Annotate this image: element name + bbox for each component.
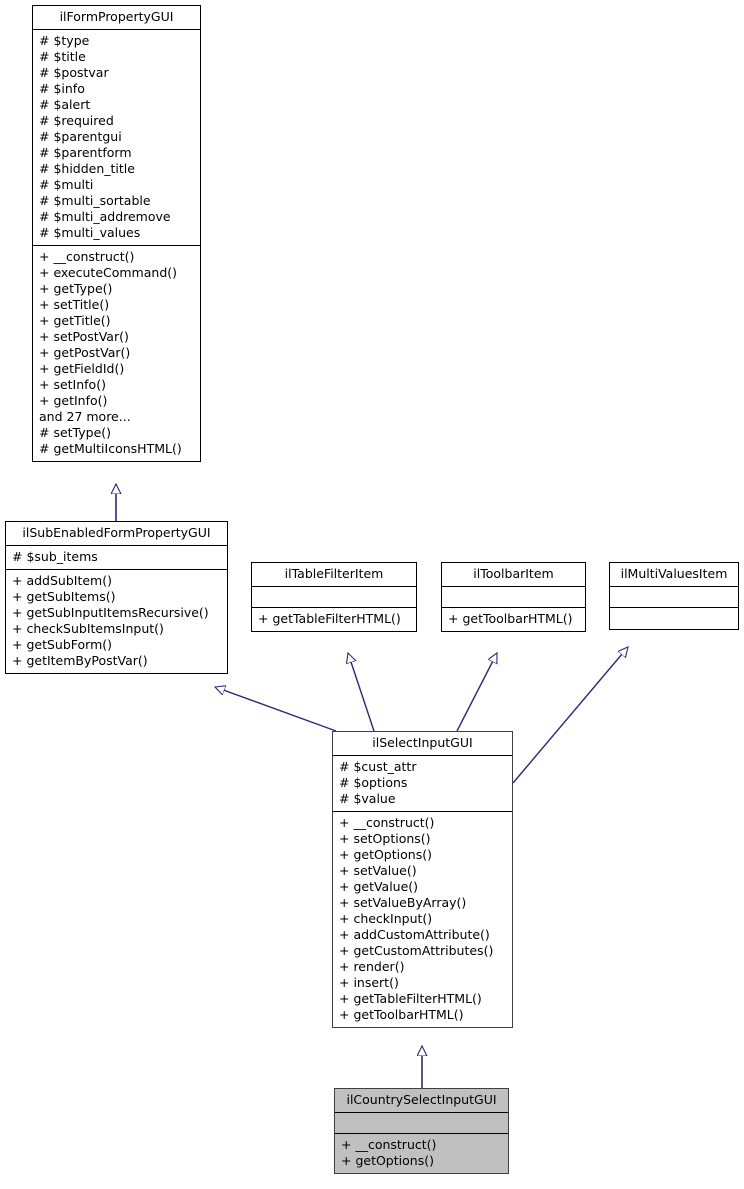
attribute-item: # $parentform <box>39 145 132 160</box>
attribute-item: # $alert <box>39 97 91 112</box>
method-item: + getPostVar() <box>39 345 131 360</box>
class-methods-compartment <box>610 608 738 629</box>
method-item: + getSubInputItemsRecursive() <box>12 605 209 620</box>
class-attributes-compartment: # $cust_attr # $options # $value <box>333 756 512 812</box>
attribute-item: # $multi_sortable <box>39 193 151 208</box>
method-item: + setOptions() <box>339 831 431 846</box>
class-attributes-compartment <box>335 1113 508 1134</box>
class-attributes-compartment: # $type # $title # $postvar # $info # $a… <box>33 30 200 246</box>
class-box-ilformpropertygui[interactable]: ilFormPropertyGUI # $type # $title # $po… <box>32 5 201 462</box>
attribute-item: # $options <box>339 775 408 790</box>
class-box-ilcountryselectinputgui[interactable]: ilCountrySelectInputGUI + __construct() … <box>334 1088 509 1174</box>
method-item: + getToolbarHTML() <box>339 1007 464 1022</box>
class-box-ilselectinputgui[interactable]: ilSelectInputGUI # $cust_attr # $options… <box>332 731 513 1028</box>
attribute-item: # $parentgui <box>39 129 122 144</box>
class-name-compartment: ilCountrySelectInputGUI <box>335 1089 508 1113</box>
attribute-item: # $multi_addremove <box>39 209 171 224</box>
method-item: + __construct() <box>341 1137 437 1152</box>
class-name-compartment: ilMultiValuesItem <box>610 563 738 587</box>
method-item: + getTableFilterHTML() <box>339 991 482 1006</box>
class-attributes-compartment: # $sub_items <box>6 546 227 570</box>
class-name-compartment: ilTableFilterItem <box>252 563 416 587</box>
class-box-iltablefilteritem[interactable]: ilTableFilterItem + getTableFilterHTML() <box>251 562 417 632</box>
class-attributes-compartment <box>442 587 585 608</box>
method-item: + getOptions() <box>341 1153 434 1168</box>
method-item: + addSubItem() <box>12 573 112 588</box>
method-item: + setValue() <box>339 863 417 878</box>
method-item: # setType() <box>39 425 112 440</box>
method-item: + getInfo() <box>39 393 108 408</box>
method-more-label: and 27 more... <box>39 409 131 424</box>
class-box-ilmultivaluesitem[interactable]: ilMultiValuesItem <box>609 562 739 630</box>
method-item: + getTitle() <box>39 313 111 328</box>
method-item: + getSubItems() <box>12 589 116 604</box>
method-item: + setPostVar() <box>39 329 129 344</box>
attribute-item: # $postvar <box>39 65 109 80</box>
method-item: + __construct() <box>339 815 435 830</box>
method-item: + setInfo() <box>39 377 106 392</box>
method-item: + getOptions() <box>339 847 432 862</box>
method-item: + getCustomAttributes() <box>339 943 494 958</box>
method-item: + render() <box>339 959 405 974</box>
uml-class-diagram: ilFormPropertyGUI # $type # $title # $po… <box>0 0 744 1189</box>
class-methods-compartment: + addSubItem() + getSubItems() + getSubI… <box>6 570 227 673</box>
method-item: + executeCommand() <box>39 265 178 280</box>
class-title: ilSubEnabledFormPropertyGUI <box>22 525 211 540</box>
method-item: + getTableFilterHTML() <box>258 611 401 626</box>
class-methods-compartment: + getTableFilterHTML() <box>252 608 416 631</box>
method-item: + insert() <box>339 975 399 990</box>
method-item: + getItemByPostVar() <box>12 653 148 668</box>
class-name-compartment: ilToolbarItem <box>442 563 585 587</box>
attribute-item: # $multi_values <box>39 225 141 240</box>
class-attributes-compartment <box>610 587 738 608</box>
method-item: + checkInput() <box>339 911 433 926</box>
method-item: + setValueByArray() <box>339 895 467 910</box>
class-methods-compartment: + __construct() + getOptions() <box>335 1134 508 1173</box>
class-attributes-compartment <box>252 587 416 608</box>
attribute-item: # $value <box>339 791 396 806</box>
method-item: + getFieldId() <box>39 361 125 376</box>
class-title: ilFormPropertyGUI <box>59 9 174 24</box>
method-item: + getToolbarHTML() <box>448 611 573 626</box>
class-title: ilCountrySelectInputGUI <box>346 1092 497 1107</box>
class-name-compartment: ilSubEnabledFormPropertyGUI <box>6 522 227 546</box>
class-title: ilMultiValuesItem <box>620 566 728 581</box>
class-title: ilToolbarItem <box>473 566 554 581</box>
class-box-iltoolbaritem[interactable]: ilToolbarItem + getToolbarHTML() <box>441 562 586 632</box>
class-title: ilTableFilterItem <box>284 566 384 581</box>
class-methods-compartment: + __construct() + setOptions() + getOpti… <box>333 812 512 1027</box>
class-title: ilSelectInputGUI <box>372 735 473 750</box>
edge-selectinput-to-subenabled <box>215 687 337 732</box>
attribute-item: # $type <box>39 33 90 48</box>
attribute-item: # $hidden_title <box>39 161 135 176</box>
method-item: + getType() <box>39 281 113 296</box>
method-item: + checkSubItemsInput() <box>12 621 164 636</box>
edge-selectinput-to-tablefilteritem <box>348 653 375 732</box>
method-item: + addCustomAttribute() <box>339 927 490 942</box>
method-item: + __construct() <box>39 249 135 264</box>
edge-selectinput-to-multivaluesitem <box>512 647 628 784</box>
attribute-item: # $info <box>39 81 85 96</box>
class-name-compartment: ilFormPropertyGUI <box>33 6 200 30</box>
attribute-item: # $sub_items <box>12 549 98 564</box>
method-item: + getValue() <box>339 879 419 894</box>
attribute-item: # $multi <box>39 177 94 192</box>
attribute-item: # $title <box>39 49 86 64</box>
method-item: + getSubForm() <box>12 637 113 652</box>
class-methods-compartment: + getToolbarHTML() <box>442 608 585 631</box>
edge-selectinput-to-toolbaritem <box>456 653 498 732</box>
class-name-compartment: ilSelectInputGUI <box>333 732 512 756</box>
class-box-ilsubenabledformpropertygui[interactable]: ilSubEnabledFormPropertyGUI # $sub_items… <box>5 521 228 674</box>
attribute-item: # $required <box>39 113 114 128</box>
method-item: + setTitle() <box>39 297 110 312</box>
attribute-item: # $cust_attr <box>339 759 417 774</box>
class-methods-compartment: + __construct() + executeCommand() + get… <box>33 246 200 461</box>
method-item: # getMultiIconsHTML() <box>39 441 182 456</box>
